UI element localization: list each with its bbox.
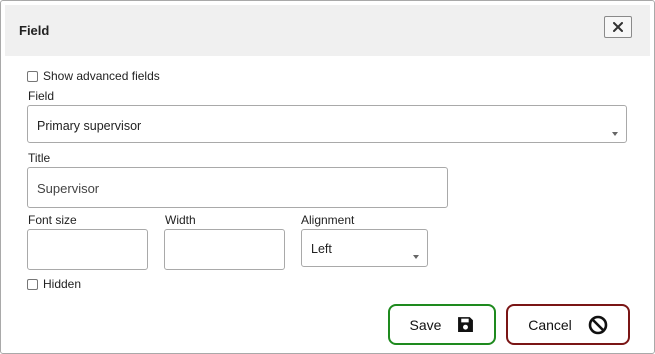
alignment-select-value: Left xyxy=(311,242,332,256)
title-input[interactable]: Supervisor xyxy=(27,167,448,208)
width-input[interactable] xyxy=(164,229,285,270)
close-x-icon xyxy=(613,22,623,32)
field-select-value: Primary supervisor xyxy=(37,119,142,133)
hidden-checkbox[interactable] xyxy=(27,278,38,290)
font-size-label: Font size xyxy=(28,213,77,227)
font-size-input[interactable] xyxy=(27,229,148,270)
dialog-header: Field xyxy=(5,5,650,56)
show-advanced-checkbox[interactable] xyxy=(27,70,38,82)
hidden-label: Hidden xyxy=(43,277,82,291)
cancel-button-label: Cancel xyxy=(528,316,572,333)
alignment-select[interactable]: Left xyxy=(301,229,428,267)
chevron-down-icon xyxy=(612,132,618,136)
show-advanced-label: Show advanced fields xyxy=(43,69,160,83)
dialog-title: Field xyxy=(19,23,50,38)
field-dialog: Field Show advanced fields Field Primary… xyxy=(0,0,655,354)
show-advanced-row: Show advanced fields xyxy=(27,69,160,83)
alignment-label: Alignment xyxy=(301,213,355,227)
close-button[interactable] xyxy=(604,16,632,38)
title-input-value: Supervisor xyxy=(37,181,100,196)
hidden-row: Hidden xyxy=(27,277,81,291)
field-select[interactable]: Primary supervisor xyxy=(27,105,627,143)
prohibited-icon xyxy=(588,315,608,334)
title-label: Title xyxy=(28,151,51,165)
width-label: Width xyxy=(165,213,196,227)
floppy-disk-icon xyxy=(458,317,474,332)
save-button[interactable]: Save xyxy=(388,304,496,345)
save-button-label: Save xyxy=(409,316,442,333)
cancel-button[interactable]: Cancel xyxy=(506,304,630,345)
field-label: Field xyxy=(28,89,55,103)
chevron-down-icon xyxy=(413,255,419,259)
